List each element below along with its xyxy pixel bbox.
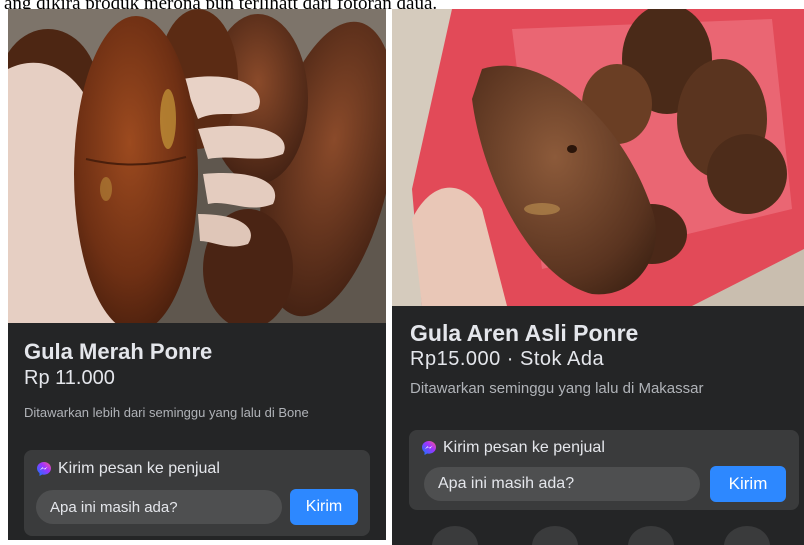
message-seller-card: Kirim pesan ke penjual Apa ini masih ada… [24,450,370,536]
product-photo[interactable] [392,9,804,306]
send-button[interactable]: Kirim [710,466,786,502]
bottom-action-bar [392,526,804,545]
listing-meta: Ditawarkan lebih dari seminggu yang lalu… [24,405,309,420]
product-photo[interactable] [8,9,386,323]
message-seller-label: Kirim pesan ke penjual [443,439,605,456]
message-input[interactable]: Apa ini masih ada? [36,490,282,524]
note-icon[interactable] [628,526,674,545]
listing-title: Gula Aren Asli Ponre [410,320,639,346]
send-button[interactable]: Kirim [290,489,358,525]
messenger-icon [422,441,436,455]
message-seller-heading: Kirim pesan ke penjual [421,439,605,457]
messenger-icon [37,462,51,476]
listing-title: Gula Merah Ponre [24,339,213,364]
product-photo-image [392,9,804,306]
listing-price: Rp 11.000 [24,367,115,389]
message-input[interactable]: Apa ini masih ada? [424,467,700,501]
save-icon[interactable] [532,526,578,545]
message-seller-heading: Kirim pesan ke penjual [36,460,220,478]
listing-card-left: Gula Merah Ponre Rp 11.000 Ditawarkan le… [8,9,386,540]
message-seller-card: Kirim pesan ke penjual Apa ini masih ada… [409,430,799,510]
listing-meta: Ditawarkan seminggu yang lalu di Makassa… [410,380,704,397]
play-icon[interactable] [724,526,770,545]
product-photo-image [8,9,386,323]
share-icon[interactable] [432,526,478,545]
message-seller-label: Kirim pesan ke penjual [58,460,220,477]
listing-card-right: Gula Aren Asli Ponre Rp15.000 · Stok Ada… [392,9,804,545]
listing-price: Rp15.000 · Stok Ada [410,348,605,370]
